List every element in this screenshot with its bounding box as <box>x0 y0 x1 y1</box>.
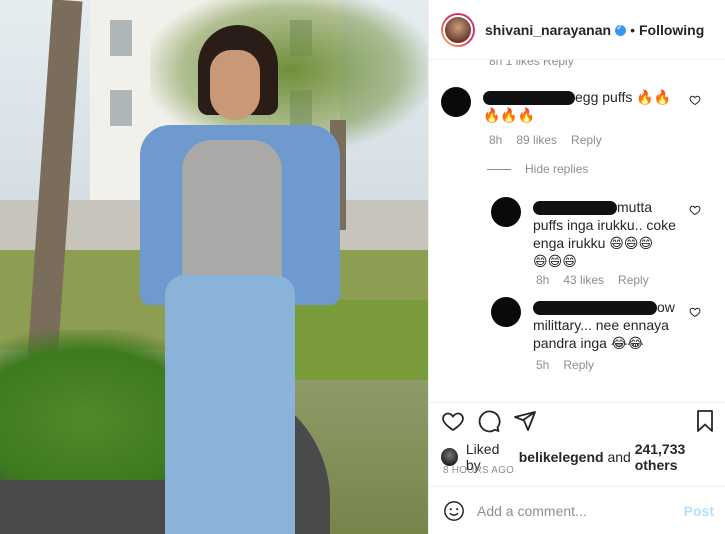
reply-meta: 5h Reply <box>536 358 608 372</box>
liker-avatar[interactable] <box>441 448 458 466</box>
heart-icon[interactable] <box>441 409 465 433</box>
post-actions: Liked by belikelegend and 241,733 others… <box>429 402 725 492</box>
username-link[interactable]: shivani_narayanan <box>485 22 611 38</box>
reply-time: 8h <box>536 273 550 287</box>
likes-middle: and <box>607 449 631 465</box>
smiley-icon[interactable] <box>443 500 465 522</box>
liker-username[interactable]: belikelegend <box>519 449 604 465</box>
post-header: shivani_narayanan • Following <box>429 0 725 60</box>
reply-reply-button[interactable]: Reply <box>618 273 649 287</box>
profile-avatar[interactable] <box>441 12 475 47</box>
verified-badge-icon <box>615 22 627 36</box>
reply-meta: 8h 43 likes Reply <box>536 273 663 287</box>
hide-replies-toggle[interactable]: Hide replies <box>487 162 588 176</box>
reply-avatar[interactable] <box>491 297 521 327</box>
reply-time: 5h <box>536 358 550 372</box>
reply-line: milittary... nee ennaya <box>533 317 669 333</box>
reply-likes[interactable]: 43 likes <box>563 273 604 287</box>
separator-dot: • <box>630 21 635 38</box>
reply-like-heart-icon[interactable] <box>689 204 701 216</box>
reply-avatar[interactable] <box>491 197 521 227</box>
commenter-avatar[interactable] <box>441 87 471 117</box>
reply-line: 😄😄😄 <box>533 253 577 269</box>
comment-meta: 8h 89 likes Reply <box>489 133 616 147</box>
reply-like-heart-icon[interactable] <box>689 306 701 318</box>
hide-replies-line <box>487 168 511 170</box>
reply-line: mutta <box>617 199 653 215</box>
reply-line: ow <box>657 299 675 315</box>
comment-bubble-icon[interactable] <box>477 409 501 433</box>
bookmark-icon[interactable] <box>693 409 717 433</box>
likes-count[interactable]: 241,733 others <box>635 441 725 473</box>
reply-text: ow milittary... nee ennaya pandra inga 😂… <box>533 298 693 352</box>
comment-reply-button[interactable]: Reply <box>571 133 602 147</box>
post-comment-button[interactable]: Post <box>684 503 714 519</box>
comment-likes[interactable]: 89 likes <box>516 133 557 147</box>
comment-line: 🔥🔥🔥 <box>483 107 536 123</box>
redacted-username <box>483 91 575 106</box>
post-photo[interactable] <box>0 0 428 534</box>
reply-line: puffs inga irukku.. coke <box>533 217 676 233</box>
avatar-image <box>443 14 473 45</box>
comment-line: egg puffs 🔥🔥 <box>575 89 672 105</box>
comment-like-heart-icon[interactable] <box>689 94 701 106</box>
photo-person <box>110 25 350 534</box>
redacted-username <box>533 201 617 216</box>
person-face <box>210 50 260 120</box>
reply-reply-button[interactable]: Reply <box>563 358 594 372</box>
add-comment-bar: Post <box>429 486 725 534</box>
redacted-username <box>533 301 657 316</box>
person-jeans <box>165 275 295 534</box>
comments-list[interactable]: 8h 1 likes Reply egg puffs 🔥🔥 🔥🔥🔥 8h 89 l… <box>429 50 725 402</box>
paper-plane-icon[interactable] <box>513 409 537 433</box>
following-button[interactable]: Following <box>639 22 704 38</box>
reply-line: enga irukku 😄😄😄 <box>533 235 654 251</box>
reply-text: mutta puffs inga irukku.. coke enga iruk… <box>533 198 693 270</box>
comment-time: 8h <box>489 133 503 147</box>
comment-text: egg puffs 🔥🔥 🔥🔥🔥 <box>483 88 683 124</box>
person-top <box>182 140 282 290</box>
hide-replies-label: Hide replies <box>525 162 589 176</box>
reply-line: pandra inga 😂😂 <box>533 335 644 351</box>
post-side-panel: shivani_narayanan • Following 8h 1 likes… <box>428 0 725 534</box>
comment-input[interactable] <box>477 502 677 519</box>
post-timestamp[interactable]: 8 HOURS AGO <box>443 465 514 476</box>
